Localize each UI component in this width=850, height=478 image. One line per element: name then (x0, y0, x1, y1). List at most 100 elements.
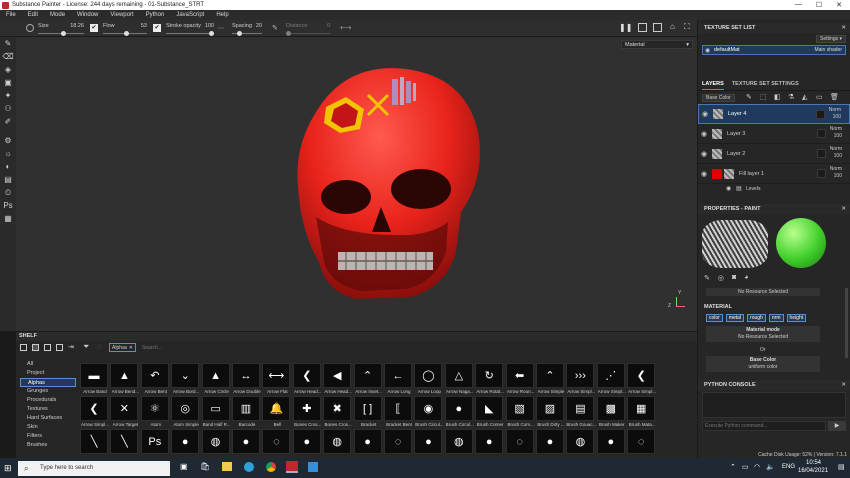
shelf-asset[interactable]: ↻ Arrow Rotat... (475, 363, 505, 395)
new-shelf-icon[interactable] (20, 344, 27, 351)
distance-slider[interactable]: Distance 0 (286, 23, 330, 36)
shelf-asset[interactable]: ▩ Brush Maker (596, 396, 627, 428)
chrome-icon[interactable] (266, 462, 276, 472)
shelf-asset[interactable]: ⬅ Arrow Roun... (505, 363, 536, 395)
flow-slider[interactable]: Flow 53 (103, 23, 147, 36)
shelf-asset[interactable]: ▧ Brush Com... (505, 396, 536, 428)
3d-viewport[interactable]: Y Z Material ▾ (16, 37, 697, 331)
shelf-asset[interactable]: ← Arrow Long (384, 363, 414, 395)
category-grunges[interactable]: Grunges (20, 387, 76, 396)
shader-settings-icon[interactable]: ◐ (0, 160, 16, 173)
add-mask-icon[interactable]: ◧ (774, 93, 781, 101)
eye-icon[interactable]: ◉ (698, 130, 710, 138)
distance-knob[interactable] (286, 31, 291, 36)
display-settings-icon[interactable]: ☼ (0, 147, 16, 160)
taskbar-search-box[interactable]: ⌕ Type here to search (18, 461, 170, 476)
shelf-asset[interactable]: ◍ (323, 429, 353, 461)
shelf-asset[interactable]: ⌃ Arrow Inset... (353, 363, 384, 395)
shelf-asset[interactable]: ❮ Arrow Simpl... (627, 363, 657, 395)
category-skin[interactable]: Skin (20, 423, 76, 432)
shelf-asset[interactable]: ● (292, 429, 323, 461)
layer-blend[interactable]: Norm 100 (829, 107, 841, 121)
shelf-asset[interactable]: ↔ Arrow Double (232, 363, 262, 395)
stencil-icon[interactable]: ◙ (732, 274, 736, 286)
base-color-slot[interactable]: Base Color uniform color (706, 356, 820, 372)
eye-icon[interactable]: ◉ (726, 185, 731, 192)
category-hard-surfaces[interactable]: Hard Surfaces (20, 414, 76, 423)
task-view-icon[interactable]: ▣ (180, 462, 188, 471)
alpha-icon[interactable]: ◎ (718, 274, 724, 286)
shelf-asset[interactable]: ● (232, 429, 262, 461)
menu-help[interactable]: Help (210, 12, 234, 18)
stroke-opacity-knob[interactable] (209, 31, 214, 36)
refresh-icon[interactable]: ◌ (97, 342, 102, 351)
close-icon[interactable]: ✕ (841, 204, 850, 214)
close-button[interactable]: ✕ (836, 1, 842, 9)
delete-layer-icon[interactable]: 🗑 (830, 93, 839, 101)
channel-metal-toggle[interactable]: metal (725, 314, 745, 322)
brush-icon[interactable]: ✎ (704, 274, 710, 286)
shelf-asset[interactable]: ◌ (262, 429, 292, 461)
paint-brush-icon[interactable]: ✎ (0, 37, 16, 50)
projection-icon[interactable]: ◈ (0, 63, 16, 76)
maximize-button[interactable]: ☐ (816, 1, 822, 9)
shelf-asset[interactable]: ▨ Brush Dirty ... (536, 396, 566, 428)
layer-blend[interactable]: Norm 100 (830, 146, 842, 160)
shelf-asset[interactable]: ❮ Arrow Head... (292, 363, 323, 395)
layer-row[interactable]: ◉ Layer 4 Norm 100 (698, 104, 850, 124)
effect-row[interactable]: ◉ ▤ Levels (698, 184, 850, 194)
flow-toggle-icon[interactable]: ✔ (90, 24, 98, 32)
grid-view-icon[interactable] (56, 344, 63, 351)
texture-set-shader[interactable]: Main shader (814, 47, 842, 53)
category-procedurals[interactable]: Procedurals (20, 396, 76, 405)
camera-view-icon[interactable] (638, 23, 647, 32)
wifi-icon[interactable]: ◠ (754, 463, 760, 471)
category-filters[interactable]: Filters (20, 432, 76, 441)
properties-scrollbar[interactable] (845, 288, 848, 358)
shelf-search-input[interactable] (142, 343, 692, 352)
plugin-icon[interactable]: Ps (0, 199, 16, 212)
notification-icon[interactable]: ▤ (838, 463, 845, 471)
shelf-asset[interactable]: ▥ Barcode (232, 396, 262, 428)
clone-icon[interactable]: ⚇ (0, 102, 16, 115)
shelf-asset[interactable]: ◎ Atom Simple (171, 396, 201, 428)
shelf-asset[interactable]: ⌄ Arrow Bord... (171, 363, 201, 395)
shelf-asset[interactable]: ◌ (384, 429, 414, 461)
shelf-asset[interactable]: ● (475, 429, 505, 461)
menu-window[interactable]: Window (71, 12, 104, 18)
shelf-asset[interactable]: ◍ (566, 429, 596, 461)
shelf-asset[interactable]: ╲ (110, 429, 140, 461)
shelf-asset[interactable]: ✕ Arrow Target (110, 396, 140, 428)
shelf-asset[interactable]: ● (414, 429, 444, 461)
layer-mask-slot[interactable] (817, 129, 826, 138)
layer-blend[interactable]: Norm 100 (830, 126, 842, 140)
history-icon[interactable]: ⏲ (0, 186, 16, 199)
shelf-asset[interactable]: [ ] Bracket (353, 396, 384, 428)
texture-set-settings-button[interactable]: Settings ▾ (816, 35, 846, 43)
layer-row[interactable]: ◉ Layer 2 Norm 100 (698, 144, 850, 164)
shelf-asset[interactable]: ✖ Bones Cros... (323, 396, 353, 428)
geometry-fill-icon[interactable]: ▣ (0, 76, 16, 89)
lazy-mouse-icon[interactable]: ✎ (272, 24, 278, 32)
viewport-mode-select[interactable]: Material ▾ (621, 40, 693, 49)
windows-start-icon[interactable]: ⊞ (4, 463, 12, 474)
shelf-asset[interactable]: ◯ Arrow Loop (414, 363, 444, 395)
size-knob[interactable] (60, 31, 66, 36)
size-slider[interactable]: Size 18.26 (38, 23, 84, 36)
shelf-asset[interactable]: ◌ (505, 429, 536, 461)
add-effect-icon[interactable]: ⚗ (788, 93, 794, 101)
channel-color-toggle[interactable]: color (706, 314, 723, 322)
layer-mask-slot[interactable] (816, 110, 825, 119)
volume-icon[interactable]: 🔈 (766, 463, 775, 471)
close-icon[interactable]: ✕ (129, 345, 133, 351)
language-indicator[interactable]: ENG (782, 464, 795, 470)
camera-icon[interactable]: ⌂ (670, 22, 675, 31)
shelf-asset[interactable]: ◌ (627, 429, 657, 461)
shelf-asset[interactable]: ▤ Brush Gouac... (566, 396, 596, 428)
shelf-asset[interactable]: ◣ Brush Corner (475, 396, 505, 428)
shelf-asset[interactable]: ⟦ Bracket Bent (384, 396, 414, 428)
layer-blend[interactable]: Norm 100 (830, 166, 842, 180)
eye-icon[interactable]: ◉ (699, 110, 711, 118)
split-view-icon[interactable] (653, 23, 662, 32)
shelf-asset[interactable]: ››› Arrow Simpl... (566, 363, 596, 395)
